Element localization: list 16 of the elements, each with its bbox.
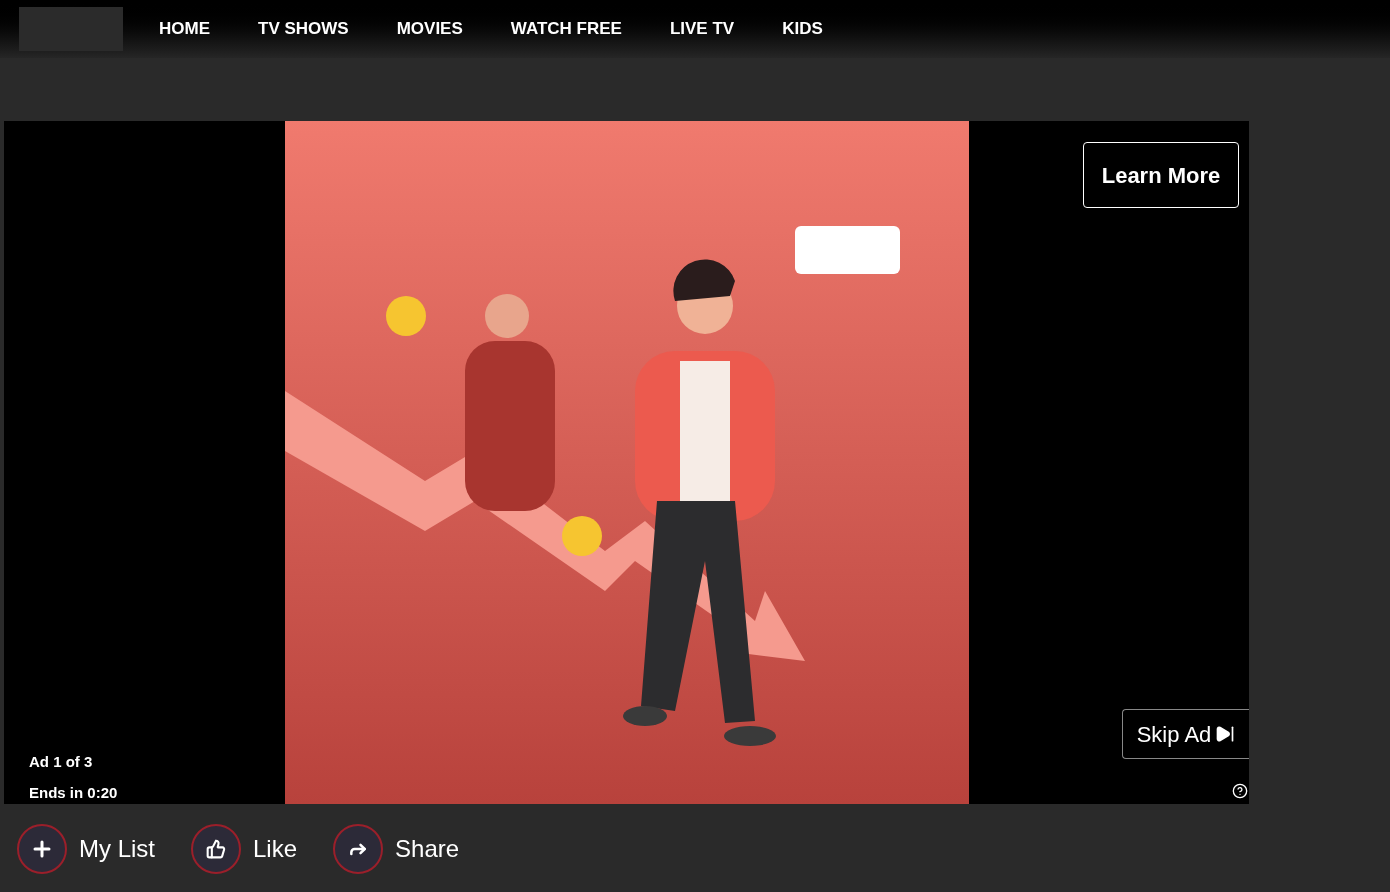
thumbs-up-icon: [206, 839, 226, 859]
nav-link[interactable]: MOVIES: [396, 16, 463, 42]
nav-link[interactable]: KIDS: [782, 16, 823, 42]
learn-more-button[interactable]: Learn More: [1083, 142, 1239, 208]
ad-countdown: Ends in 0:20: [29, 782, 118, 803]
action-button[interactable]: Share: [333, 824, 460, 874]
skip-icon: [1215, 724, 1236, 744]
action-button[interactable]: My List: [17, 824, 155, 874]
ad-position: Ad 1 of 3: [29, 752, 94, 772]
nav-link[interactable]: TV SHOWS: [258, 16, 349, 42]
skip-ad-button[interactable]: Skip Ad: [1122, 709, 1249, 759]
help-icon[interactable]: [1232, 783, 1248, 799]
nav-link[interactable]: LIVE TV: [669, 16, 735, 42]
action-button[interactable]: Like: [191, 824, 298, 874]
nav-link[interactable]: WATCH FREE: [510, 16, 622, 42]
nav-link[interactable]: HOME: [159, 16, 210, 42]
